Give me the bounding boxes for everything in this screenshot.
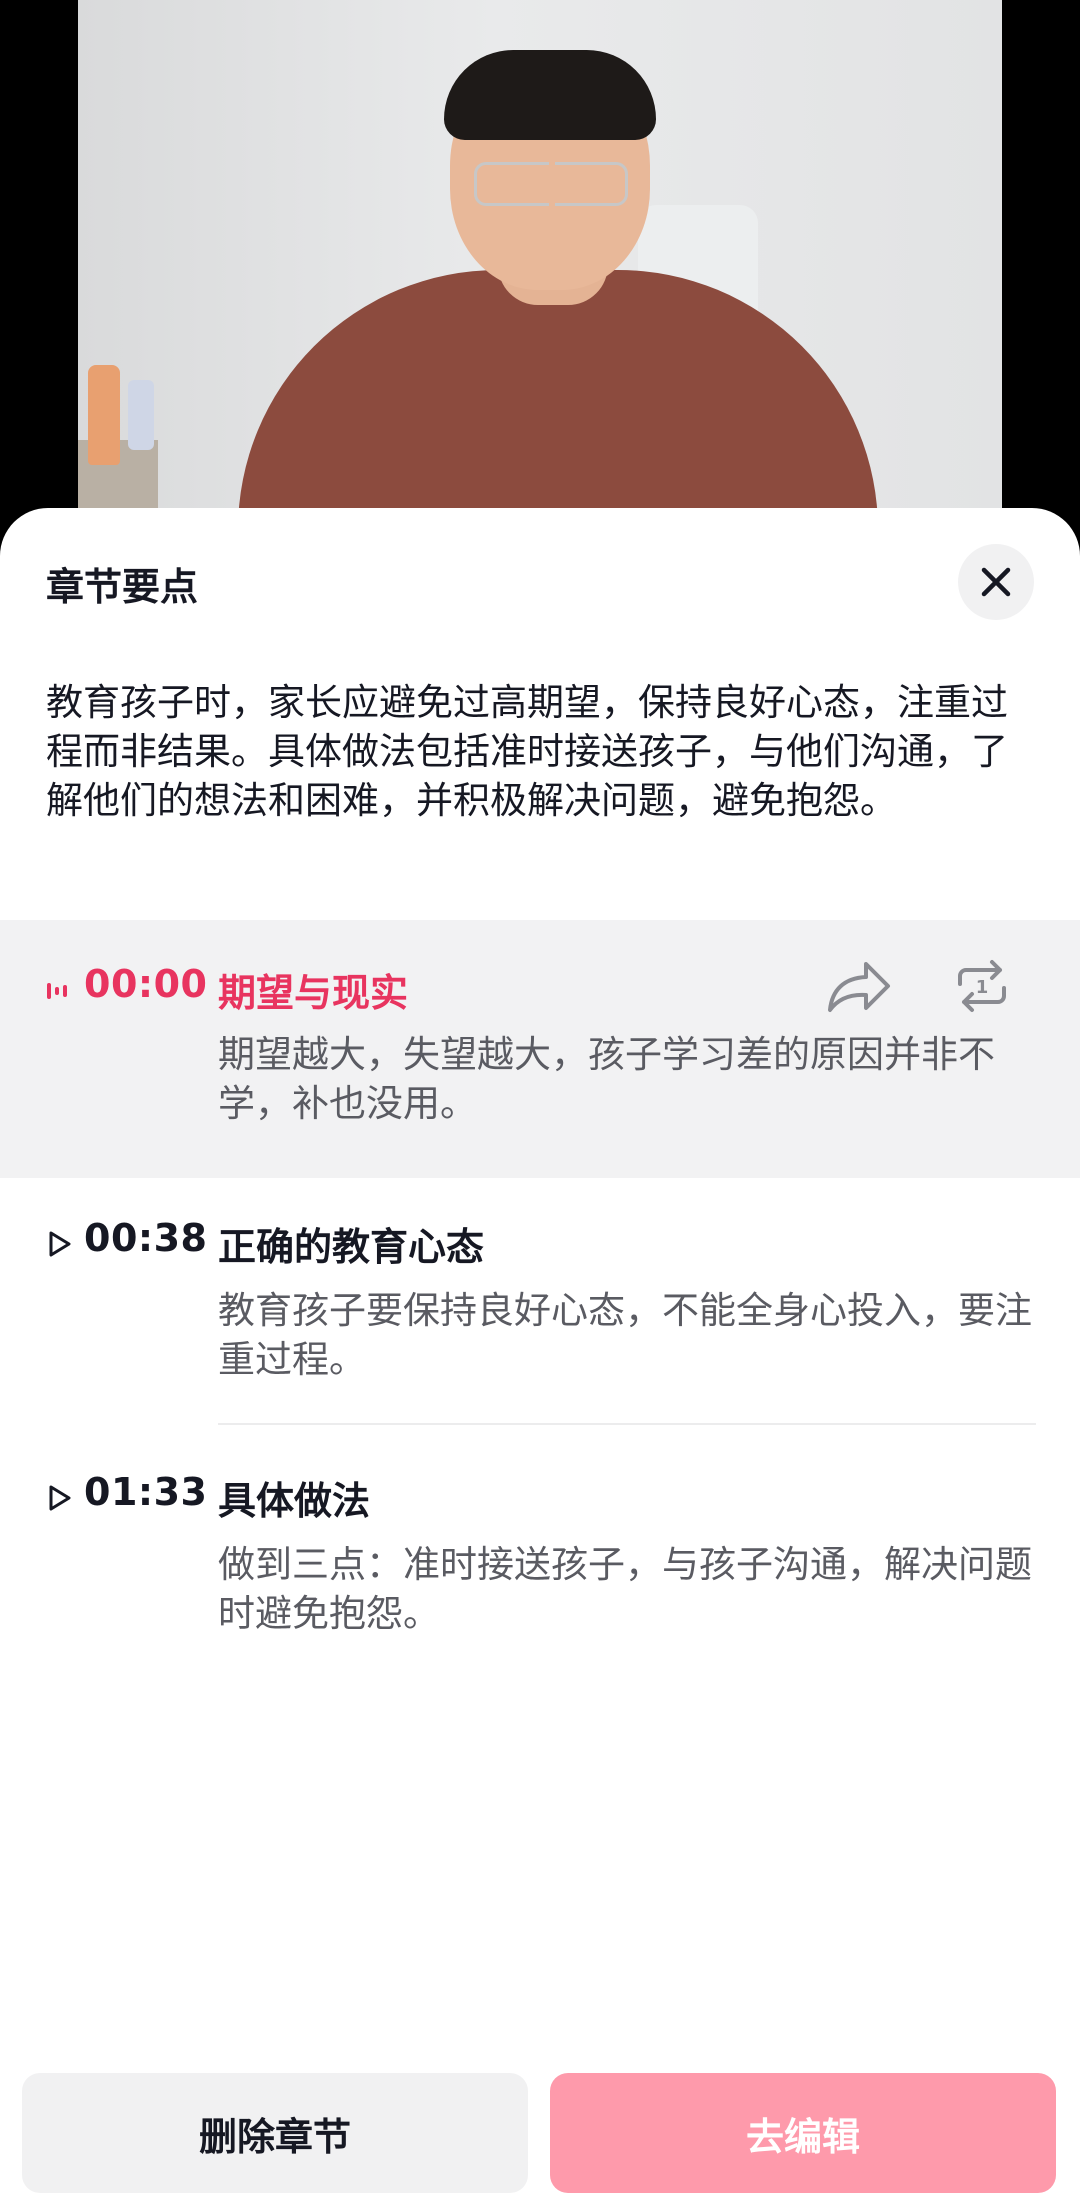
chapter-title: 期望与现实: [218, 971, 409, 1015]
chapter-item[interactable]: 01:33 具体做法 做到三点：准时接送孩子，与孩子沟通，解决问题时避免抱怨。: [0, 1428, 1080, 1678]
divider: [218, 1423, 1036, 1425]
chapter-time: 00:00: [84, 962, 208, 1006]
chapter-description: 期望越大，失望越大，孩子学习差的原因并非不学，补也没用。: [218, 1033, 995, 1125]
chapter-title: 具体做法: [218, 1479, 371, 1523]
chapter-time: 01:33: [84, 1470, 208, 1514]
chapter-description: 做到三点：准时接送孩子，与孩子沟通，解决问题时避免抱怨。: [218, 1543, 1032, 1635]
play-icon: [49, 1485, 71, 1511]
chapter-sheet: 章节要点 教育孩子时，家长应避免过高期望，保持良好心态，注重过程而非结果。具体做…: [0, 508, 1080, 2211]
chapter-summary: 教育孩子时，家长应避免过高期望，保持良好心态，注重过程而非结果。具体做法包括准时…: [46, 681, 1008, 822]
chapter-time: 00:38: [84, 1216, 208, 1260]
audio-playing-icon: [47, 983, 67, 999]
chapter-description: 教育孩子要保持良好心态，不能全身心投入，要注重过程。: [218, 1289, 1032, 1381]
background-bottle: [128, 380, 154, 450]
sheet-title: 章节要点: [46, 565, 199, 609]
edit-button[interactable]: 去编辑: [550, 2073, 1056, 2193]
background-bottle: [88, 365, 120, 465]
chapter-item[interactable]: 00:00 期望与现实 1 期望越大，失望越大，孩子学习差的原因并非不学，补也没…: [0, 920, 1080, 1178]
speaker-glasses: [474, 162, 628, 206]
play-icon: [49, 1231, 71, 1257]
repeat-count-badge: 1: [976, 977, 989, 998]
chapter-item[interactable]: 00:38 正确的教育心态 教育孩子要保持良好心态，不能全身心投入，要注重过程。: [0, 1178, 1080, 1428]
repeat-once-icon[interactable]: 1: [952, 956, 1012, 1016]
close-icon: [981, 567, 1011, 597]
speaker-hair: [444, 50, 656, 140]
close-button[interactable]: [958, 544, 1034, 620]
chapter-title: 正确的教育心态: [218, 1225, 485, 1269]
delete-chapter-button[interactable]: 删除章节: [22, 2073, 528, 2193]
share-icon[interactable]: [826, 958, 892, 1014]
